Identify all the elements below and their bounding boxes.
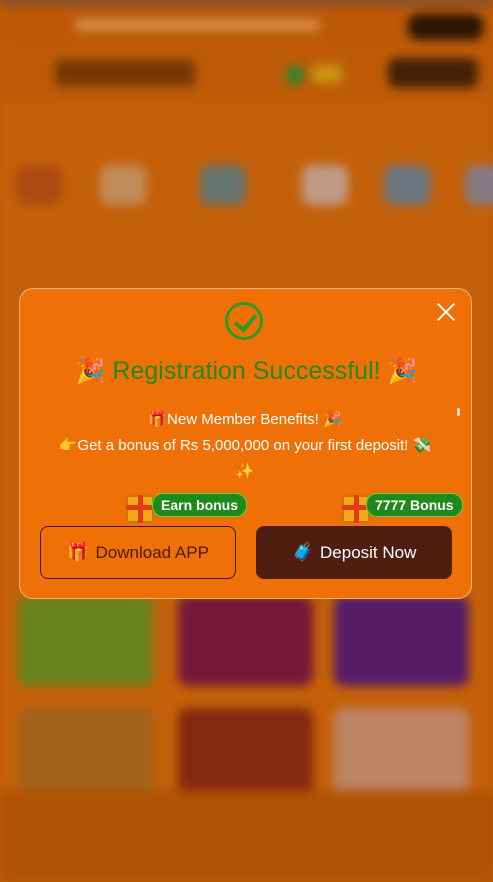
gift-icon: 🎁	[67, 542, 90, 562]
party-popper-icon: 🎉	[75, 358, 106, 385]
download-app-button[interactable]: 🎁 Download APP	[40, 526, 236, 579]
benefits-scrollbar[interactable]	[457, 408, 460, 416]
bonus-amount-tag: 7777 Bonus	[342, 492, 463, 526]
benefit-line: 👉Get a bonus of Rs 5,000,000 on your fir…	[58, 437, 432, 454]
wallet-icon: 🧳	[291, 542, 315, 562]
benefits-text: 🎁New Member Benefits! 🎉 👉Get a bonus of …	[40, 407, 450, 485]
success-check-icon	[225, 302, 263, 340]
gift-icon	[126, 495, 154, 523]
close-icon[interactable]	[433, 299, 459, 325]
modal-title: Registration Successful!	[112, 357, 381, 385]
earn-bonus-tag: Earn bonus	[126, 492, 248, 526]
benefit-line: ✨	[235, 463, 255, 480]
party-popper-icon: 🎉	[387, 358, 418, 385]
deposit-now-button[interactable]: 🧳 Deposit Now	[256, 526, 452, 579]
bonus-amount-badge: 7777 Bonus	[366, 493, 463, 517]
deposit-now-label: Deposit Now	[320, 542, 417, 562]
download-app-label: Download APP	[95, 542, 209, 562]
earn-bonus-badge: Earn bonus	[152, 493, 248, 517]
modal-title-row: 🎉 Registration Successful! 🎉	[20, 354, 473, 389]
benefit-line: 🎁New Member Benefits! 🎉	[148, 411, 342, 428]
registration-success-modal: 🎉 Registration Successful! 🎉 🎁New Member…	[19, 288, 472, 599]
